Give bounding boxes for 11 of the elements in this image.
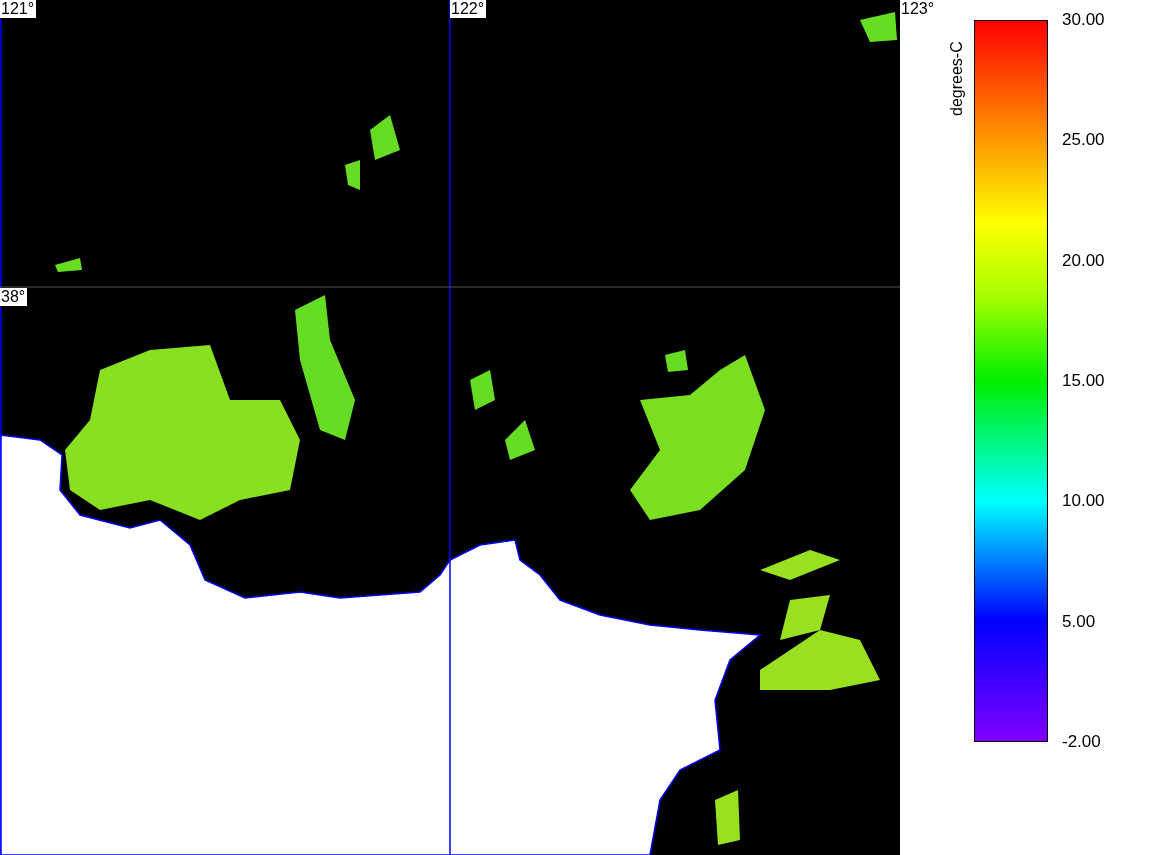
longitude-label: 122° xyxy=(450,0,487,18)
longitude-label: 121° xyxy=(0,0,37,18)
colorbar-tick-label: 5.00 xyxy=(1062,612,1097,631)
colorbar-tick-label: 10.00 xyxy=(1062,492,1105,511)
colorbar-title: degrees-C xyxy=(948,40,966,116)
colorbar-tick-label: -2.00 xyxy=(1062,732,1102,751)
colorbar-tick-label: 20.00 xyxy=(1062,251,1105,270)
colorbar-tick-label: 25.00 xyxy=(1062,131,1105,150)
colorbar-tick-label: 15.00 xyxy=(1062,372,1105,390)
latitude-label: 38° xyxy=(0,288,28,306)
colorbar-tick-label: 30.00 xyxy=(1062,11,1105,29)
